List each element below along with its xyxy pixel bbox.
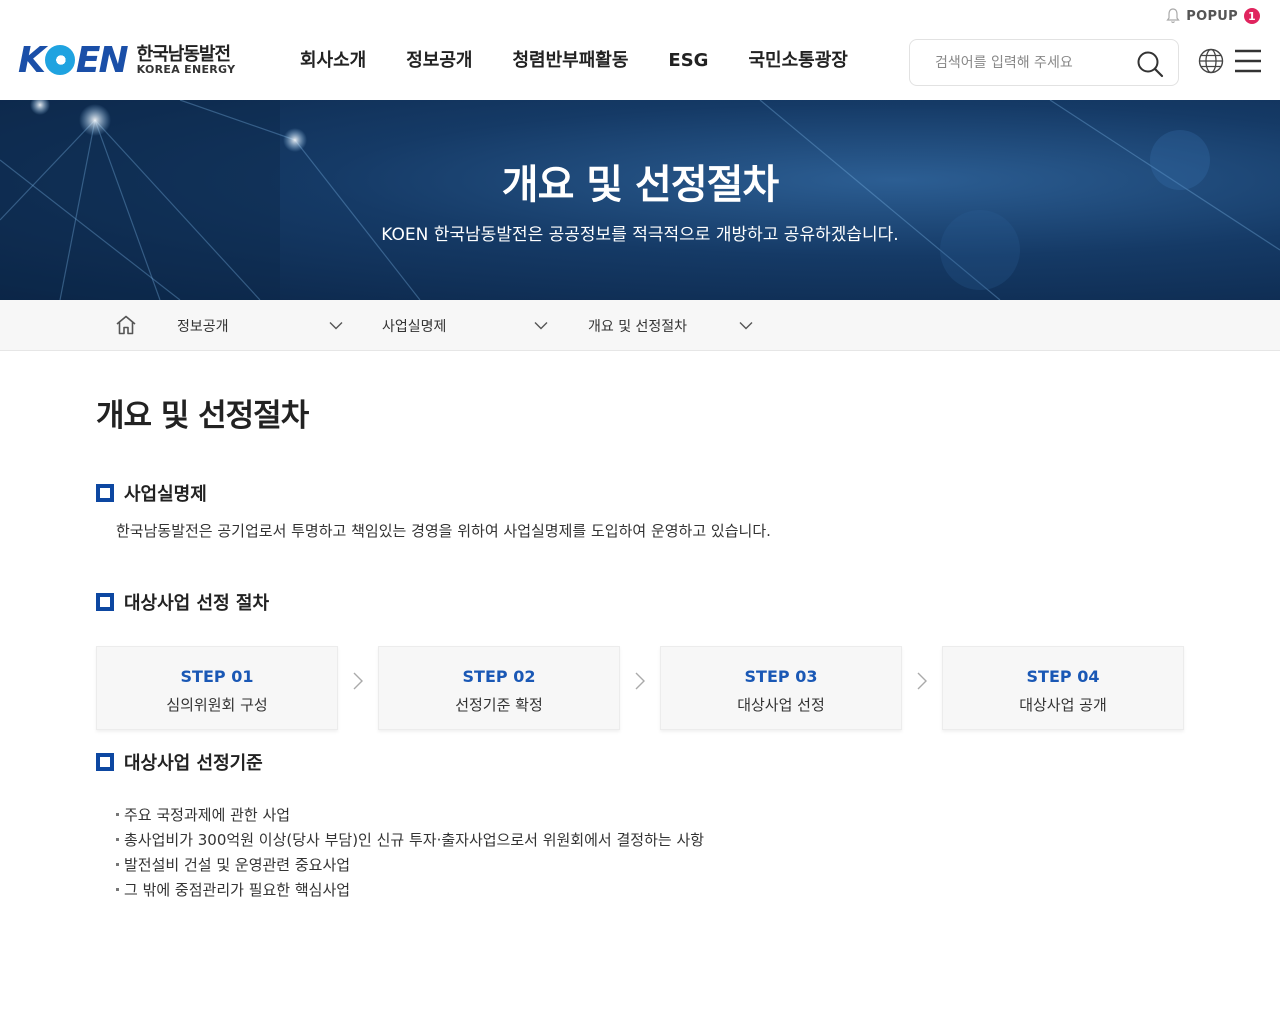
procedure-steps: STEP 01 심의위원회 구성 STEP 02 선정기준 확정 STEP 03… [96, 646, 1184, 730]
step-card: STEP 01 심의위원회 구성 [96, 646, 338, 730]
list-item-text: 주요 국정과제에 관한 사업 [124, 805, 291, 824]
section-title-business-real-name: 사업실명제 [96, 480, 207, 506]
section-title-text: 대상사업 선정 절차 [124, 593, 270, 614]
square-bullet-icon [96, 753, 114, 771]
step-number: STEP 04 [1026, 667, 1100, 686]
breadcrumb-depth3-dropdown[interactable]: 개요 및 선정절차 [588, 300, 753, 351]
step-card: STEP 03 대상사업 선정 [660, 646, 902, 730]
breadcrumb: 정보공개 사업실명제 개요 및 선정절차 [0, 300, 1280, 351]
section-title-text: 사업실명제 [124, 484, 207, 505]
nav-anti-corruption[interactable]: 청렴반부패활동 [493, 46, 649, 76]
nav-public-communication[interactable]: 국민소통광장 [728, 46, 867, 76]
step-label: 선정기준 확정 [455, 696, 543, 714]
step-number: STEP 01 [180, 667, 254, 686]
chevron-right-icon [353, 672, 363, 690]
list-item: 총사업비가 300억원 이상(당사 부담)인 신규 투자·출자사업으로서 위원회… [116, 827, 704, 852]
list-item: 주요 국정과제에 관한 사업 [116, 802, 704, 827]
breadcrumb-depth1-label: 정보공개 [177, 318, 229, 335]
step-card: STEP 04 대상사업 공개 [942, 646, 1184, 730]
section-description: 한국남동발전은 공기업로서 투명하고 책임있는 경영을 위하여 사업실명제를 도… [116, 522, 771, 540]
step-label: 대상사업 공개 [1019, 696, 1107, 714]
breadcrumb-depth2-label: 사업실명제 [382, 318, 447, 335]
section-title-selection-criteria: 대상사업 선정기준 [96, 749, 263, 775]
step-label: 심의위원회 구성 [166, 696, 268, 714]
sub-visual-banner: 개요 및 선정절차 KOEN 한국남동발전은 공공정보를 적극적으로 개방하고 … [0, 100, 1280, 300]
banner-subtitle: KOEN 한국남동발전은 공공정보를 적극적으로 개방하고 공유하겠습니다. [381, 225, 899, 245]
chevron-right-icon [917, 672, 927, 690]
globe-icon[interactable] [1198, 48, 1224, 74]
list-item-text: 발전설비 건설 및 운영관련 중요사업 [124, 855, 351, 874]
section-title-selection-procedure: 대상사업 선정 절차 [96, 589, 269, 615]
nav-info-disclosure[interactable]: 정보공개 [386, 46, 492, 76]
popup-count-badge: 1 [1244, 8, 1260, 24]
list-item-text: 총사업비가 300억원 이상(당사 부담)인 신규 투자·출자사업으로서 위원회… [124, 830, 705, 849]
step-number: STEP 03 [744, 667, 818, 686]
koen-logo-mark: K EN [18, 40, 129, 81]
chevron-down-icon [739, 322, 753, 330]
step-card: STEP 02 선정기준 확정 [378, 646, 620, 730]
main-nav: 회사소개 정보공개 청렴반부패활동 ESG 국민소통광장 [280, 46, 868, 76]
koen-logo[interactable]: K EN 한국남동발전 KOREA ENERGY [18, 42, 235, 79]
popup-label: POPUP [1186, 8, 1238, 24]
logo-name-ko: 한국남동발전 [136, 43, 231, 65]
page-title: 개요 및 선정절차 [96, 398, 309, 434]
breadcrumb-depth3-label: 개요 및 선정절차 [588, 318, 688, 335]
nav-esg[interactable]: ESG [648, 46, 728, 76]
nav-company-intro[interactable]: 회사소개 [280, 46, 386, 76]
search-icon[interactable] [1136, 50, 1164, 78]
criteria-list: 주요 국정과제에 관한 사업 총사업비가 300억원 이상(당사 부담)인 신규… [116, 802, 704, 902]
popup-toggle[interactable]: POPUP 1 [1166, 8, 1260, 24]
step-number: STEP 02 [462, 667, 536, 686]
logo-name-en: KOREA ENERGY [136, 63, 236, 77]
list-item-text: 그 밖에 중점관리가 필요한 핵심사업 [124, 880, 351, 899]
section-title-text: 대상사업 선정기준 [124, 753, 263, 774]
list-item: 발전설비 건설 및 운영관련 중요사업 [116, 852, 704, 877]
step-label: 대상사업 선정 [737, 696, 825, 714]
bell-icon [1166, 8, 1180, 24]
breadcrumb-depth2-dropdown[interactable]: 사업실명제 [382, 300, 548, 351]
square-bullet-icon [96, 593, 114, 611]
site-header: POPUP 1 K EN 한국남동발전 KOREA ENERGY 회사소개 정보공… [0, 0, 1280, 100]
chevron-right-icon [635, 672, 645, 690]
chevron-down-icon [329, 322, 343, 330]
chevron-down-icon [534, 322, 548, 330]
square-bullet-icon [96, 484, 114, 502]
home-icon[interactable] [115, 314, 137, 336]
hamburger-menu-icon[interactable] [1234, 47, 1262, 75]
list-item: 그 밖에 중점관리가 필요한 핵심사업 [116, 877, 704, 902]
search-box [909, 39, 1179, 86]
banner-title: 개요 및 선정절차 [501, 162, 779, 208]
search-input[interactable] [935, 52, 1125, 74]
breadcrumb-depth1-dropdown[interactable]: 정보공개 [177, 300, 343, 351]
